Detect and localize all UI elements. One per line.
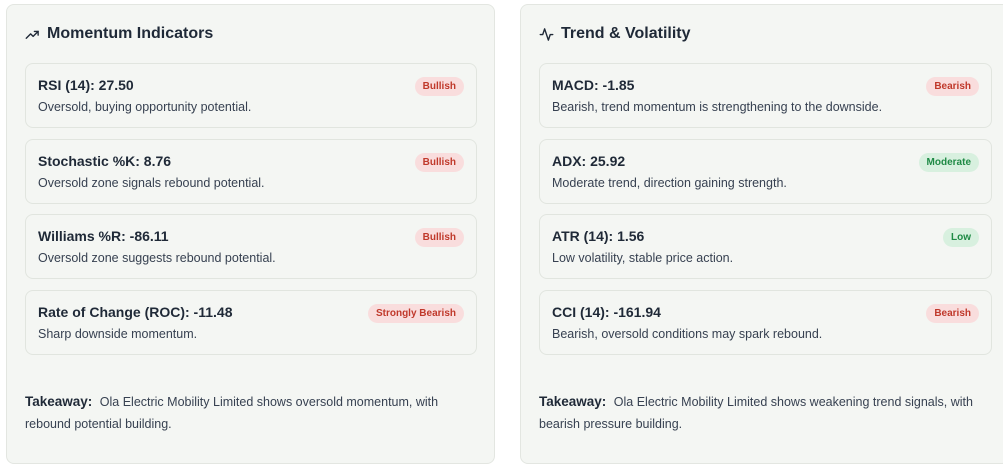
momentum-panel-header: Momentum Indicators [25, 25, 213, 43]
indicator-title: Rate of Change (ROC): -11.48 [38, 304, 233, 320]
indicator-card-macd: MACD: -1.85 Bearish, trend momentum is s… [539, 63, 992, 128]
signal-badge: Low [943, 228, 979, 247]
indicator-description: Bearish, trend momentum is strengthening… [552, 100, 883, 114]
indicator-title: Stochastic %K: 8.76 [38, 153, 172, 169]
indicator-card-williams: Williams %R: -86.11 Oversold zone sugges… [25, 214, 477, 279]
signal-badge: Moderate [918, 153, 979, 172]
indicator-description: Oversold zone suggests rebound potential… [38, 251, 276, 265]
signal-badge: Bearish [926, 304, 979, 323]
momentum-panel-title: Momentum Indicators [47, 25, 214, 42]
signal-badge: Bullish [414, 153, 464, 172]
indicator-title: MACD: -1.85 [552, 77, 635, 93]
trending-up-icon [25, 30, 39, 39]
signal-badge: Bullish [414, 228, 464, 247]
trend-panel-header: Trend & Volatility [539, 25, 691, 43]
indicator-title: ADX: 25.92 [552, 153, 626, 169]
activity-pulse-icon [539, 27, 554, 41]
signal-badge: Strongly Bearish [367, 304, 464, 323]
indicator-description: Oversold zone signals rebound potential. [38, 176, 265, 190]
indicator-description: Low volatility, stable price action. [552, 251, 734, 265]
takeaway-label: Takeaway: [539, 394, 607, 409]
momentum-indicators-panel: Momentum Indicators RSI (14): 27.50 Over… [6, 4, 495, 464]
indicator-title: ATR (14): 1.56 [552, 228, 645, 244]
indicator-card-atr: ATR (14): 1.56 Low volatility, stable pr… [539, 214, 992, 279]
trend-panel-title: Trend & Volatility [561, 25, 691, 42]
signal-badge: Bullish [414, 77, 464, 96]
indicator-title: CCI (14): -161.94 [552, 304, 661, 320]
indicator-description: Sharp downside momentum. [38, 327, 198, 341]
indicator-card-cci: CCI (14): -161.94 Bearish, oversold cond… [539, 290, 992, 355]
momentum-takeaway: Takeaway: Ola Electric Mobility Limited … [25, 391, 465, 435]
indicator-description: Oversold, buying opportunity potential. [38, 100, 252, 114]
indicator-card-rsi: RSI (14): 27.50 Oversold, buying opportu… [25, 63, 477, 128]
indicator-card-adx: ADX: 25.92 Moderate trend, direction gai… [539, 139, 992, 204]
takeaway-label: Takeaway: [25, 394, 93, 409]
indicator-title: RSI (14): 27.50 [38, 77, 134, 93]
trend-takeaway: Takeaway: Ola Electric Mobility Limited … [539, 391, 979, 435]
indicator-card-roc: Rate of Change (ROC): -11.48 Sharp downs… [25, 290, 477, 355]
signal-badge: Bearish [926, 77, 979, 96]
indicator-card-stochastic: Stochastic %K: 8.76 Oversold zone signal… [25, 139, 477, 204]
indicator-description: Moderate trend, direction gaining streng… [552, 176, 787, 190]
indicator-title: Williams %R: -86.11 [38, 228, 169, 244]
indicator-description: Bearish, oversold conditions may spark r… [552, 327, 823, 341]
trend-volatility-panel: Trend & Volatility MACD: -1.85 Bearish, … [520, 4, 1003, 464]
